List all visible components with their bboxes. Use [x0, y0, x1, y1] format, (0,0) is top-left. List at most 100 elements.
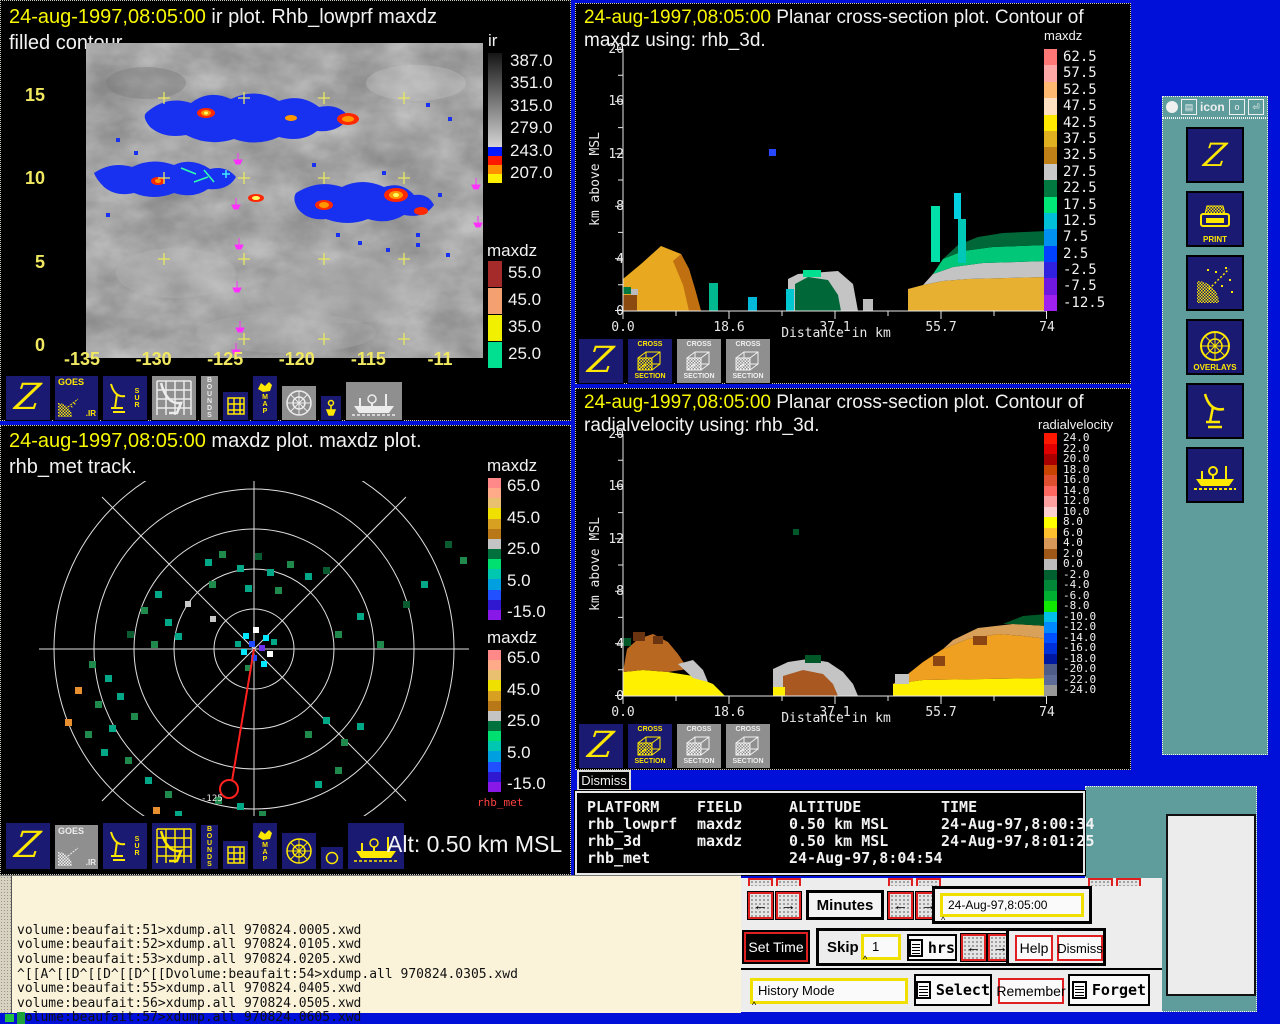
satellite-ir-plot-canvas[interactable]: [86, 43, 483, 358]
sat-y-tick: 15: [11, 85, 45, 107]
resize-button[interactable]: ⏎: [1248, 99, 1264, 115]
bounds-button[interactable]: BOUNDS: [200, 375, 219, 421]
terminal-output: volume:beaufait:51>xdump.all 970824.0005…: [17, 880, 518, 1024]
grid-dish-icon: [155, 379, 193, 417]
printer-icon: [1197, 204, 1233, 234]
surveillance-radar-button[interactable]: SUR: [102, 822, 148, 870]
sat-timestamp: 24-aug-1997,08:05:00: [9, 6, 206, 28]
radar-button[interactable]: [1186, 383, 1244, 439]
xs2-x-tick: 0.0: [605, 705, 641, 720]
surveillance-radar-button[interactable]: SUR: [102, 375, 148, 421]
minutes-increment-button[interactable]: →: [776, 892, 801, 919]
map-label: MAP: [261, 394, 270, 415]
control-dismiss-button[interactable]: Dismiss: [1057, 935, 1103, 961]
clipped-button-fragment[interactable]: [1116, 878, 1141, 886]
radar-grid-button[interactable]: [151, 375, 197, 421]
zeb-logo-button[interactable]: Z: [578, 723, 624, 769]
print-button[interactable]: PRINT: [1186, 191, 1244, 247]
grid-overlay-button[interactable]: [222, 840, 249, 870]
colorbar-segment: [488, 731, 501, 741]
cross-section-button[interactable]: CROSS SECTION: [725, 338, 771, 384]
goes-ir-layer-button[interactable]: GOES .IR: [54, 375, 99, 421]
goes-ir-layer-button[interactable]: GOES .IR: [54, 824, 99, 870]
zeb-logo-button[interactable]: Z: [5, 822, 51, 870]
sat-x-tick: -11: [417, 349, 463, 371]
cross-section-button-active[interactable]: CROSS SECTION: [627, 338, 673, 384]
colorbar-value: 7.5: [1057, 229, 1088, 245]
colorbar-swatch: [1044, 633, 1057, 644]
cell-altitude: 24-Aug-97,8:04:54: [789, 850, 941, 867]
text-caret: ^: [752, 1000, 756, 1010]
colorbar-swatch: [1044, 528, 1057, 539]
zeb-logo-button[interactable]: Z: [5, 375, 51, 421]
window-menu-icon[interactable]: ▤: [1181, 99, 1197, 115]
left-arrow-icon: ←: [893, 897, 908, 914]
col-platform: PLATFORM: [587, 799, 697, 816]
minutes-decrement-button[interactable]: ←: [748, 892, 773, 919]
time-input[interactable]: 24-Aug-97,8:05:00: [940, 893, 1084, 917]
colorbar-swatch: [1044, 433, 1057, 444]
set-time-button[interactable]: Set Time: [744, 932, 808, 962]
map-overlay-button[interactable]: MAP: [252, 375, 278, 421]
xs2-title: 24-aug-1997,08:05:00 Planar cross-sectio…: [584, 392, 1084, 414]
ppi-toolbar: Z GOES .IR SUR BOUNDS MAP: [5, 820, 405, 870]
terminal-scrollbar[interactable]: [0, 876, 12, 1013]
xs1-plot-canvas[interactable]: [613, 49, 1047, 321]
skip-units-menu-button[interactable]: hrs: [907, 934, 957, 961]
map-overlay-button[interactable]: MAP: [252, 822, 278, 870]
ppi-radar-plot-canvas[interactable]: [5, 481, 479, 816]
clipped-button-fragment[interactable]: [916, 878, 941, 886]
radar-grid-button[interactable]: [151, 822, 197, 870]
help-button[interactable]: Help: [1015, 935, 1053, 961]
overlays-button[interactable]: OVERLAYS: [1186, 319, 1244, 375]
select-menu-button[interactable]: Select: [914, 974, 992, 1006]
xterm-window[interactable]: volume:beaufait:51>xdump.all 970824.0005…: [0, 875, 741, 1013]
range-rings-button[interactable]: [281, 385, 317, 421]
circle-marker-button[interactable]: [320, 846, 344, 870]
radar-dish-icon: [109, 382, 129, 414]
z-glyph: Z: [586, 343, 616, 379]
skip-decrement-button[interactable]: ←: [961, 934, 986, 961]
sat-toolbar: Z GOES .IR SUR BOUNDS MAP: [5, 373, 403, 421]
range-rings-button[interactable]: [281, 832, 317, 870]
colorbar-swatch: [1044, 475, 1057, 486]
grid-dish-icon: [155, 827, 193, 865]
ppi-maxdz-colorbar1-label: maxdz: [487, 456, 537, 476]
clipped-button-fragment[interactable]: [776, 878, 801, 886]
xs1-x-tick: 74: [1029, 320, 1065, 335]
colorbar-segment: [488, 701, 501, 711]
minutes-decrement-button-2[interactable]: ←: [888, 892, 913, 919]
cross-section-button[interactable]: CROSS SECTION: [676, 723, 722, 769]
colorbar-segment: [488, 549, 501, 559]
ship-button[interactable]: [1186, 447, 1244, 503]
icon-window-titlebar[interactable]: ▤ icon o ⏎: [1162, 96, 1268, 118]
zeb-logo-button[interactable]: Z: [578, 338, 624, 384]
cross-section-button-active[interactable]: CROSS SECTION: [627, 723, 673, 769]
xsection-dismiss-button[interactable]: Dismiss: [577, 770, 631, 791]
bounds-button[interactable]: BOUNDS: [200, 824, 219, 870]
zeb-logo-button[interactable]: Z: [1186, 127, 1244, 183]
buoy-button[interactable]: [320, 395, 342, 421]
window-menu-circle-icon[interactable]: [1166, 101, 1178, 113]
satellite-button[interactable]: [1186, 255, 1244, 311]
history-mode-field[interactable]: History Mode: [750, 978, 908, 1004]
help-dismiss-group: Help Dismiss: [1006, 928, 1106, 966]
xs2-plot-canvas[interactable]: [613, 434, 1047, 706]
sat-y-tick: 10: [11, 168, 45, 190]
remember-button[interactable]: Remember: [998, 978, 1064, 1004]
cross-section-button[interactable]: CROSS SECTION: [725, 723, 771, 769]
section-label: SECTION: [634, 373, 665, 381]
ship-track-button[interactable]: [345, 381, 403, 421]
ir-colorbar-segment: [488, 165, 502, 174]
forget-menu-button[interactable]: Forget: [1068, 974, 1150, 1006]
grid-overlay-button[interactable]: [222, 391, 249, 421]
colorbar-swatch: [1044, 98, 1057, 114]
cross-section-button[interactable]: CROSS SECTION: [676, 338, 722, 384]
clipped-button-fragment[interactable]: [888, 878, 913, 886]
xs2-colorbar: 24.022.020.018.016.014.012.010.08.06.04.…: [1044, 433, 1096, 696]
xs2-button-row: Z CROSS SECTION CROSS SECTION CROSS SECT…: [578, 723, 771, 769]
forget-label: Forget: [1092, 981, 1146, 999]
clipped-button-fragment[interactable]: [1088, 878, 1113, 886]
iconify-button[interactable]: o: [1229, 99, 1245, 115]
clipped-button-fragment[interactable]: [748, 878, 773, 886]
